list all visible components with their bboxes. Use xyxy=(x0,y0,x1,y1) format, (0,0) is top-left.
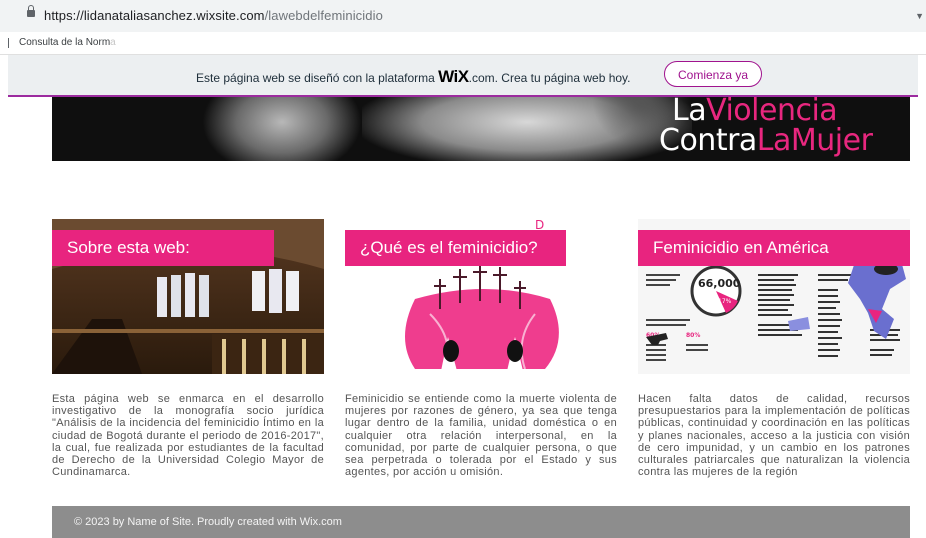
url-text[interactable]: https://lidanataliasanchez.wixsite.com/l… xyxy=(44,8,383,23)
wix-text-after: .com. Crea tu página web hoy. xyxy=(468,71,631,85)
url-path: /lawebdelfeminicidio xyxy=(264,8,383,23)
card-title-about: Sobre esta web: xyxy=(52,230,274,266)
address-bar[interactable]: https://lidanataliasanchez.wixsite.com/l… xyxy=(0,0,926,32)
wix-logo: WiX xyxy=(438,67,469,86)
url-host: https://lidanataliasanchez.wixsite.com xyxy=(44,8,265,23)
footer-text: © 2023 by Name of Site. Proudly created … xyxy=(74,516,342,528)
card-what-description: Feminicidio se entiende como la muerte v… xyxy=(345,393,617,479)
bookmark-label-faded: a xyxy=(110,37,116,48)
card-what-image[interactable]: D ¿Qué es el feminicidio? xyxy=(345,219,617,374)
infographic-big-number: 66,000 xyxy=(698,277,741,290)
card-america-description: Hacen falta datos de calidad, recursos p… xyxy=(638,393,910,479)
chevron-down-icon[interactable]: ▼ xyxy=(915,11,924,21)
lock-icon xyxy=(27,5,35,17)
bookmark-item[interactable]: Consulta de la Norma xyxy=(19,37,116,48)
hero-word-lamujer: LaMujer xyxy=(756,123,873,158)
wix-banner: Este página web se diseñó con la platafo… xyxy=(8,55,918,97)
card-about-image[interactable]: Sobre esta web: xyxy=(52,219,324,374)
wix-text-before: Este página web se diseñó con la platafo… xyxy=(196,71,439,85)
hero-word-contra: Contra xyxy=(659,123,757,158)
card-title-america: Feminicidio en América xyxy=(638,230,910,266)
card-america-image[interactable]: 66,000 17% 60% 80% Feminicidio en Améric… xyxy=(638,219,910,374)
infographic-stat-b: 80% xyxy=(686,332,700,339)
card-title-what: ¿Qué es el feminicidio? xyxy=(345,230,566,266)
site-footer: © 2023 by Name of Site. Proudly created … xyxy=(52,506,910,538)
hero-title-line2: ContraLaMujer xyxy=(659,123,873,158)
start-now-button[interactable]: Comienza ya xyxy=(664,61,762,87)
wix-banner-message: Este página web se diseñó con la platafo… xyxy=(196,67,631,87)
card-about-description: Esta página web se enmarca en el desarro… xyxy=(52,393,324,479)
bookmark-label: Consulta de la Norm xyxy=(19,37,111,48)
bookmarks-bar: Consulta de la Norma xyxy=(0,32,926,55)
hero-banner: LaViolencia ContraLaMujer xyxy=(52,97,910,161)
hero-photo-shade xyxy=(202,97,362,161)
bookmark-folder-icon xyxy=(8,38,9,48)
infographic-percent: 17% xyxy=(718,298,732,305)
